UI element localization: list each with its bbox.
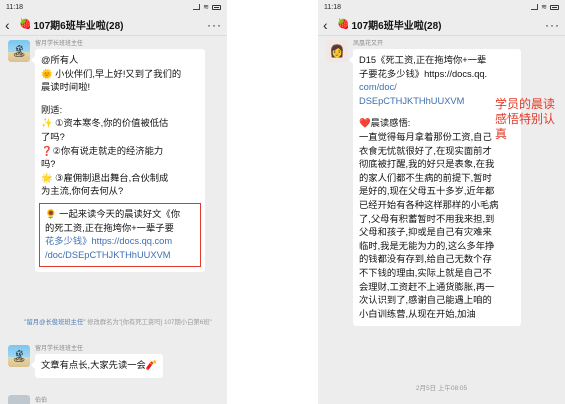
status-icons: ≋ xyxy=(193,4,221,11)
message-line: 次认识到了,感谢自己能遇上咱的 xyxy=(359,295,492,306)
message-line: 吗? xyxy=(41,159,56,170)
message-line: 是好的,现在父母五十多岁,近年都 xyxy=(359,186,495,197)
more-options-button[interactable]: ··· xyxy=(545,18,560,32)
message-line: 子要花多少钱》https://docs.qq. xyxy=(359,68,488,79)
message-item: 🏝 留月学长班班主任 @所有人 🌞 小伙伴们,早上好!又到了我们的 晨读时间啦!… xyxy=(8,40,205,273)
back-button[interactable]: ‹ xyxy=(5,18,17,32)
status-bar: 11:18 ≋ xyxy=(0,0,227,14)
article-link[interactable]: com/doc/ xyxy=(359,81,515,95)
message-line: 的死工资,正在拖垮你+一辈子要 xyxy=(45,222,174,233)
message-bubble[interactable]: 文章有点长,大家先读一会🧨 xyxy=(30,354,164,378)
message-line: 🌞 小伙伴们,早上好!又到了我们的 xyxy=(41,68,182,79)
message-line: 临时,我是无能为力的,这么多年挣 xyxy=(359,240,495,251)
message-line: 的家人们都不生病的前提下,暂时 xyxy=(359,172,492,183)
battery-icon xyxy=(212,4,221,10)
message-timestamp: 2月5日 上午08:05 xyxy=(415,385,468,392)
sender-name: 留月学长班班主任 xyxy=(35,346,84,352)
system-notice: "留月@长俊班班主任" 修改群名为"[你有死工资吗] 107期小白第6班" xyxy=(18,318,218,327)
message-line: 刚适: xyxy=(41,104,63,115)
message-line: 一直觉得每月拿着那份工资,自己 xyxy=(359,131,492,142)
system-notice-name: "留月@长俊班班主任" xyxy=(24,319,86,326)
highlighted-reading-link: 🌻 一起来读今天的晨读好文《你 的死工资,正在拖垮你+一辈子要 花多少钱》htt… xyxy=(39,202,201,268)
strawberry-icon: 🍓 xyxy=(337,19,350,30)
chat-header: ‹ 🍓 107期6班毕业啦(28) ··· xyxy=(318,14,565,36)
message-line: ❤️晨读感悟: xyxy=(359,118,411,129)
message-line: @所有人 xyxy=(41,55,79,65)
article-link[interactable]: 花多少钱》https://docs.qq.com xyxy=(45,235,195,249)
message-line: 已经开始有各种这样那样的小毛病 xyxy=(359,199,499,210)
message-line: ✨ ①资本寒冬,你的价值被低估 xyxy=(41,118,169,129)
message-line: 为主流,你何去何从? xyxy=(41,186,124,197)
chat-title: 107期6班毕业啦(28) xyxy=(351,21,442,32)
message-item: 伯伯 xyxy=(8,395,47,404)
system-notice-text: 修改群名为"[你有死工资吗] 107期小白第6班" xyxy=(87,319,212,326)
article-link[interactable]: /doc/DSEpCTHJKTHhUUXVM xyxy=(45,249,195,263)
sender-name: 凤凰花又开 xyxy=(353,41,384,47)
message-item: 🏝 留月学长班班主任 文章有点长,大家先读一会🧨 xyxy=(8,345,164,378)
message-line: 彻底被打醒,我的好只是表象,在我 xyxy=(359,159,495,170)
message-line: 父母和孩子,抑或是自己有灾难来 xyxy=(359,227,492,238)
message-line: 衣食无忧就很好了,在现实面前才 xyxy=(359,145,492,156)
left-phone-screenshot: 11:18 ≋ ‹ 🍓 107期6班毕业啦(28) ··· 🏝 留月学长班班主任… xyxy=(0,0,227,404)
message-line: 🌟 ③雇佣制退出舞台,合伙制成 xyxy=(41,172,169,183)
chat-header: ‹ 🍓 107期6班毕业啦(28) ··· xyxy=(0,14,227,36)
status-bar: 11:18 ≋ xyxy=(318,0,565,14)
sender-name: 伯伯 xyxy=(35,398,48,404)
status-icons: ≋ xyxy=(531,4,559,11)
wifi-icon: ≋ xyxy=(541,3,547,11)
message-item: 👩 凤凰花又开 D15《死工资,正在拖垮你+一辈 子要花多少钱》https://… xyxy=(326,40,521,327)
avatar[interactable]: 🏝 xyxy=(8,345,30,367)
message-line: 了吗? xyxy=(41,131,65,142)
avatar[interactable]: 🏝 xyxy=(8,40,30,62)
signal-icon xyxy=(193,4,201,10)
battery-icon xyxy=(550,4,559,10)
chat-title: 107期6班毕业啦(28) xyxy=(33,21,124,32)
back-button[interactable]: ‹ xyxy=(323,18,335,32)
annotation-text: 学员的晨读感悟特别认真 xyxy=(495,97,556,141)
message-line: 会理财,工资赶不上通货膨胀,再一 xyxy=(359,281,495,292)
message-line: ❓②你有说走就走的经济能力 xyxy=(41,145,164,156)
more-options-button[interactable]: ··· xyxy=(207,18,222,32)
message-line: D15《死工资,正在拖垮你+一辈 xyxy=(359,55,487,65)
message-line: 晨读时间啦! xyxy=(41,82,91,93)
sender-name: 留月学长班班主任 xyxy=(35,41,84,47)
message-line: 小白训练营,从现在开始,加油 xyxy=(359,308,476,319)
message-line: 了,父母有积蓄暂时不用我来担,到 xyxy=(359,213,495,224)
wifi-icon: ≋ xyxy=(203,3,209,11)
status-time: 11:18 xyxy=(6,3,23,11)
message-line: 🌻 一起来读今天的晨读好文《你 xyxy=(45,208,181,219)
message-bubble[interactable]: @所有人 🌞 小伙伴们,早上好!又到了我们的 晨读时间啦! 刚适: ✨ ①资本寒… xyxy=(31,49,205,273)
strawberry-icon: 🍓 xyxy=(19,19,32,30)
message-bubble[interactable]: D15《死工资,正在拖垮你+一辈 子要花多少钱》https://docs.qq.… xyxy=(349,49,521,327)
message-line: 文章有点长,大家先读一会🧨 xyxy=(41,360,158,370)
avatar[interactable] xyxy=(8,395,30,404)
avatar[interactable]: 👩 xyxy=(326,40,348,62)
right-phone-screenshot: 11:18 ≋ ‹ 🍓 107期6班毕业啦(28) ··· 👩 凤凰花又开 D1… xyxy=(318,0,565,404)
signal-icon xyxy=(531,4,539,10)
article-link[interactable]: DSEpCTHJKTHhUUXVM xyxy=(359,95,515,109)
status-time: 11:18 xyxy=(324,3,341,11)
message-line: 不下钱的理由,实际上就是自己不 xyxy=(359,267,492,278)
message-line: 的钱都没有存到,给自己无数个存 xyxy=(359,254,492,265)
